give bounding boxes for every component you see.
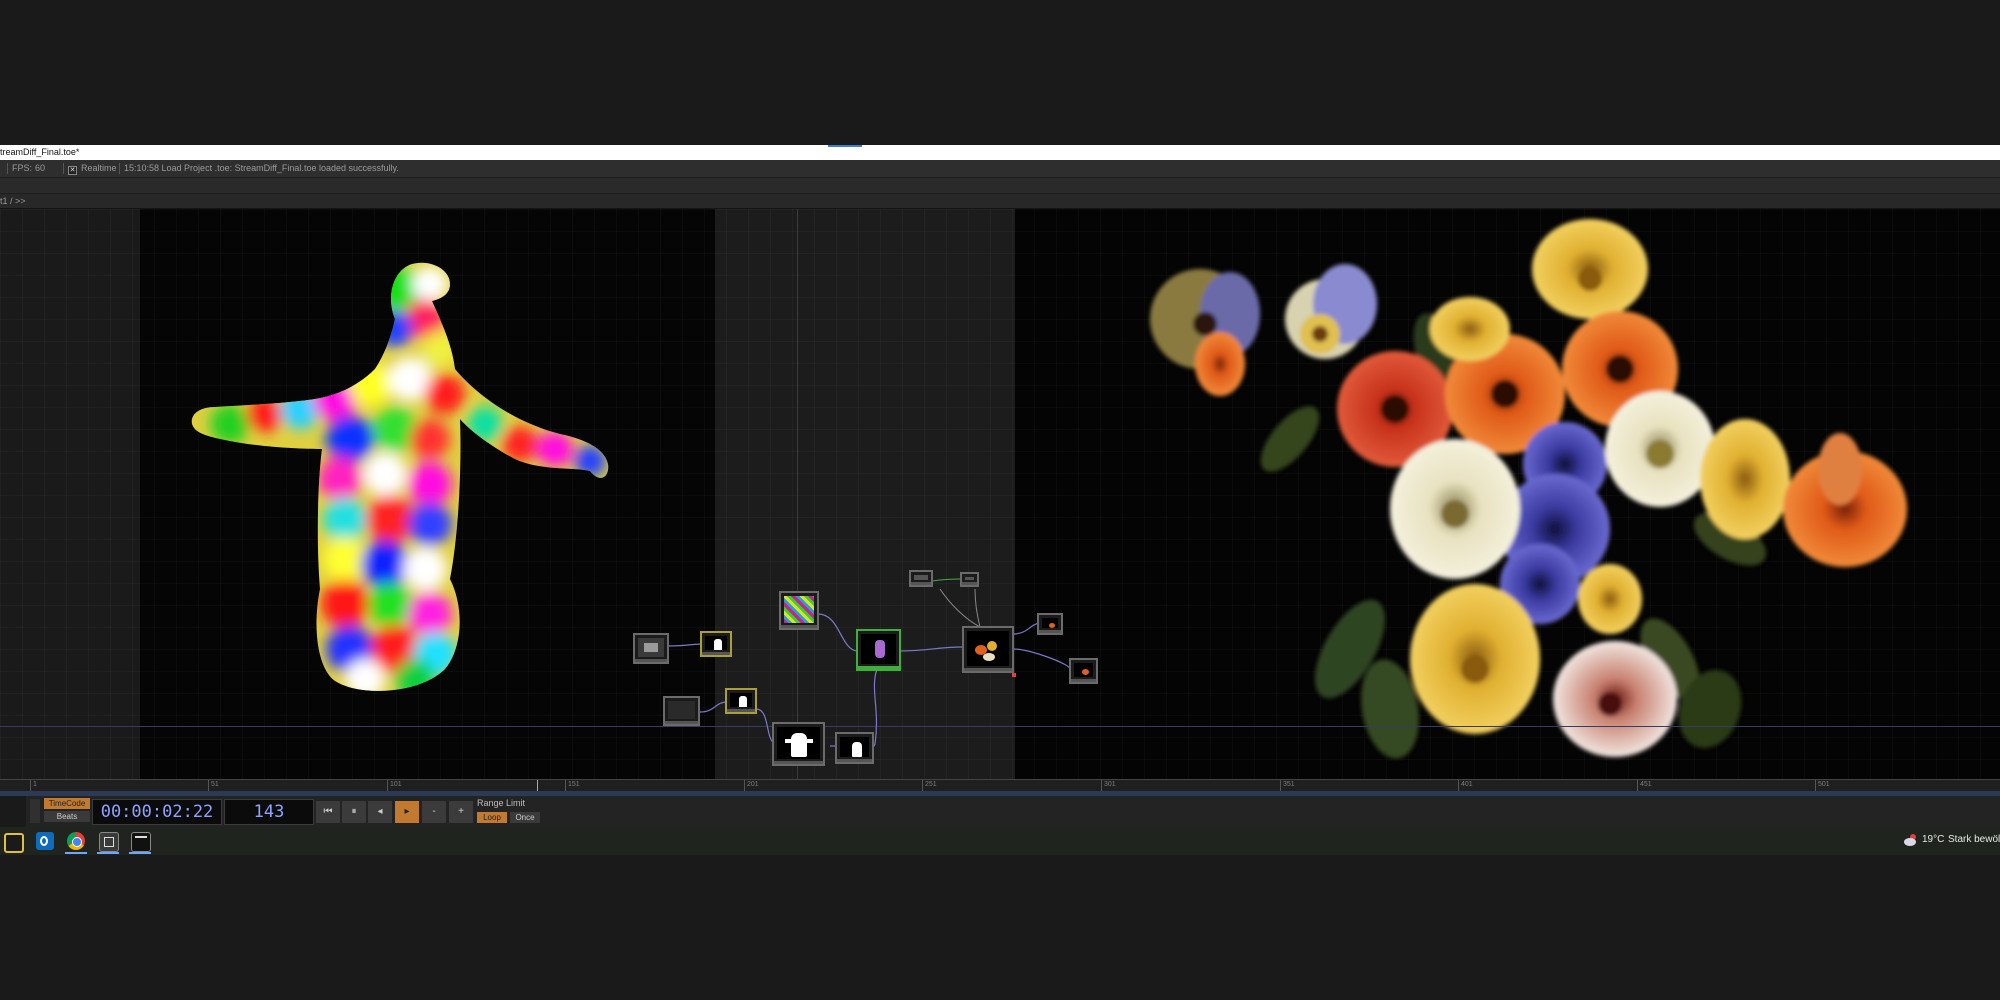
divider [63,163,64,174]
network-editor[interactable] [0,209,2000,779]
chrome-icon[interactable] [67,832,85,850]
operator-node-small-b[interactable] [960,572,979,587]
range-loop-button[interactable]: Loop [477,812,507,823]
operator-node-out-b[interactable] [1069,658,1098,684]
chop-icon [965,577,974,580]
timecode-display[interactable]: 00:00:02:22 [92,799,222,825]
node-bar [665,721,698,724]
node-wires [667,578,1071,750]
node-bar [1071,679,1096,682]
step-back-button[interactable]: ◂ [368,801,392,823]
operator-node-camera[interactable] [633,633,669,664]
camera-in-icon [668,701,695,719]
operator-node-dancer-selected[interactable] [856,629,901,671]
realtime-checkbox-icon[interactable]: ✕ [68,166,77,175]
operator-node-silhouette[interactable] [700,631,732,657]
range-once-button[interactable]: Once [510,812,540,823]
window-titlebar[interactable]: treamDiff_Final.toe* [0,145,2000,160]
touchdesigner-icon[interactable] [99,832,119,852]
node-bar [727,709,755,712]
realtime-toggle[interactable]: ✕ Realtime [68,160,117,177]
node-bar [858,666,899,669]
operator-node-out-a[interactable] [1037,613,1063,635]
divider [7,163,8,174]
flower-output-icon [1074,663,1093,677]
status-message: 15:10:58 Load Project .toe: StreamDiff_F… [124,163,399,173]
range-limit-label: Range Limit [477,798,526,808]
play-button[interactable]: ▸ [395,801,419,823]
node-bar [911,582,931,585]
dancer-icon [861,634,896,664]
terminal-active-indicator [129,852,151,854]
node-bar [702,652,730,655]
silhouette-icon [705,636,727,650]
status-bar: FPS: 60 ✕ Realtime 15:10:58 Load Project … [0,160,2000,178]
node-bar [837,759,872,762]
operator-node-small-a[interactable] [909,570,933,587]
node-bar [635,659,667,662]
touchdesigner-app: treamDiff_Final.toe* FPS: 60 ✕ Realtime 1… [0,145,2000,855]
operator-node-silhouette-2[interactable] [725,688,757,714]
error-flag-icon [1012,673,1016,677]
operator-node-flower-output[interactable] [962,626,1016,677]
operator-node-figure[interactable] [772,722,825,766]
realtime-label: Realtime [81,163,117,173]
noise-icon [784,596,814,623]
network-path-bar[interactable]: t1 / >> [0,194,2000,208]
weather-text[interactable]: Stark bewölk [1948,834,2000,845]
dancer-icon [777,727,820,759]
node-bar [774,761,823,764]
beats-mode-button[interactable]: Beats [44,811,90,822]
fps-label: FPS: [12,163,33,173]
touchdesigner-active-indicator [97,852,119,854]
status-edge [0,160,6,177]
time-mode-tabs: TimeCode Beats [44,798,90,824]
titlebar-accent [828,145,862,147]
step-plus-button[interactable]: + [449,801,473,823]
weather-temp[interactable]: 19°C [1922,834,1944,845]
rewind-button[interactable]: ⏮ [316,801,340,823]
node-bar [964,668,1012,671]
timeline-controls: TimeCode Beats 00:00:02:22 143 ⏮ ⏸ ◂ ▸ -… [0,796,2000,827]
timecode-mode-button[interactable]: TimeCode [44,798,90,809]
camera-in-icon [638,638,664,657]
weather-cloud-icon[interactable] [1902,833,1918,847]
dancer-icon [840,737,869,757]
flower-output-icon [967,631,1009,666]
node-bar [962,582,977,585]
step-minus-button[interactable]: - [422,801,446,823]
terminal-icon[interactable] [131,832,151,852]
pause-button[interactable]: ⏸ [342,801,366,823]
divider [119,163,120,174]
controls-handle[interactable] [30,799,40,823]
toolbar-band [0,178,2000,194]
fps-value: 60 [35,163,46,173]
start-icon[interactable] [4,833,24,853]
chrome-active-indicator [65,852,87,854]
node-bar [781,625,817,628]
operator-node-figure-2[interactable] [835,732,874,764]
controls-edge [0,796,26,827]
node-bar [1039,630,1061,633]
window-title: treamDiff_Final.toe* [0,147,80,157]
windows-taskbar: 19°C Stark bewölk [0,827,2000,855]
chop-icon [914,575,928,580]
flower-output-icon [1042,618,1058,628]
frame-display[interactable]: 143 [224,799,314,825]
silhouette-icon [730,693,752,707]
outlook-icon[interactable] [36,832,54,850]
operator-node-camera-2[interactable] [663,696,700,726]
network-path[interactable]: t1 / >> [0,194,26,208]
operator-node-noise[interactable] [779,591,819,630]
